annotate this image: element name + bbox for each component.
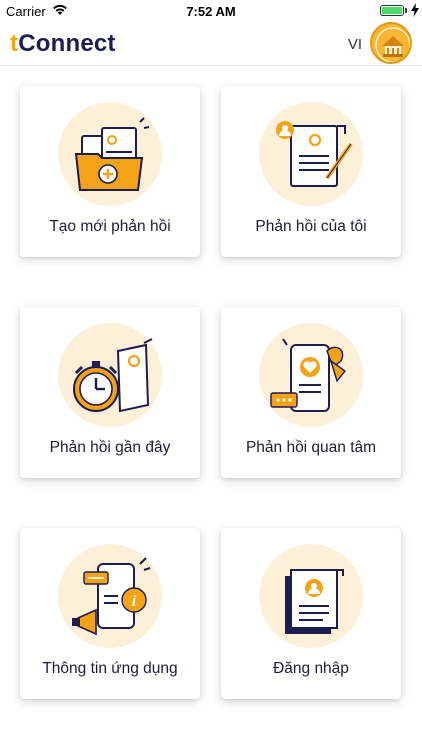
menu-card-create-feedback[interactable]: Tạo mới phản hồi bbox=[20, 86, 200, 257]
battery-icon bbox=[380, 5, 404, 16]
favorite-feedback-phone-icon bbox=[257, 321, 365, 429]
app-title: tConnect bbox=[10, 30, 116, 58]
battery-tip bbox=[405, 8, 407, 13]
menu-card-label: Phản hồi gần đây bbox=[49, 439, 171, 456]
app-info-megaphone-icon: i bbox=[56, 542, 164, 650]
brand-rest: Connect bbox=[18, 30, 116, 57]
menu-card-label: Tạo mới phản hồi bbox=[49, 218, 171, 235]
menu-card-followed-feedback[interactable]: Phản hồi quan tâm bbox=[221, 307, 401, 478]
new-feedback-folder-icon bbox=[56, 100, 164, 208]
language-switch[interactable]: VI bbox=[348, 36, 362, 53]
status-bar: Carrier 7:52 AM bbox=[0, 0, 422, 22]
app-header: tConnect VI bbox=[0, 22, 422, 66]
recent-feedback-clock-icon bbox=[56, 321, 164, 429]
status-time: 7:52 AM bbox=[186, 4, 236, 19]
menu-card-label: Đăng nhập bbox=[273, 660, 349, 677]
menu-card-label: Phản hồi quan tâm bbox=[245, 439, 377, 456]
svg-text:i: i bbox=[132, 593, 137, 610]
menu-card-label: Thông tin ứng dụng bbox=[42, 660, 178, 677]
city-logo[interactable] bbox=[370, 22, 412, 64]
menu-card-app-info[interactable]: i Thông tin ứng dụng bbox=[20, 528, 200, 699]
brand-prefix: t bbox=[10, 30, 19, 57]
login-profile-card-icon bbox=[257, 542, 365, 650]
menu-card-label: Phản hồi của tôi bbox=[255, 218, 367, 235]
my-feedback-document-icon bbox=[257, 100, 365, 208]
charging-icon bbox=[411, 3, 419, 20]
menu-card-my-feedback[interactable]: Phản hồi của tôi bbox=[221, 86, 401, 257]
menu-card-recent-feedback[interactable]: Phản hồi gần đây bbox=[20, 307, 200, 478]
menu-card-login[interactable]: Đăng nhập bbox=[221, 528, 401, 699]
